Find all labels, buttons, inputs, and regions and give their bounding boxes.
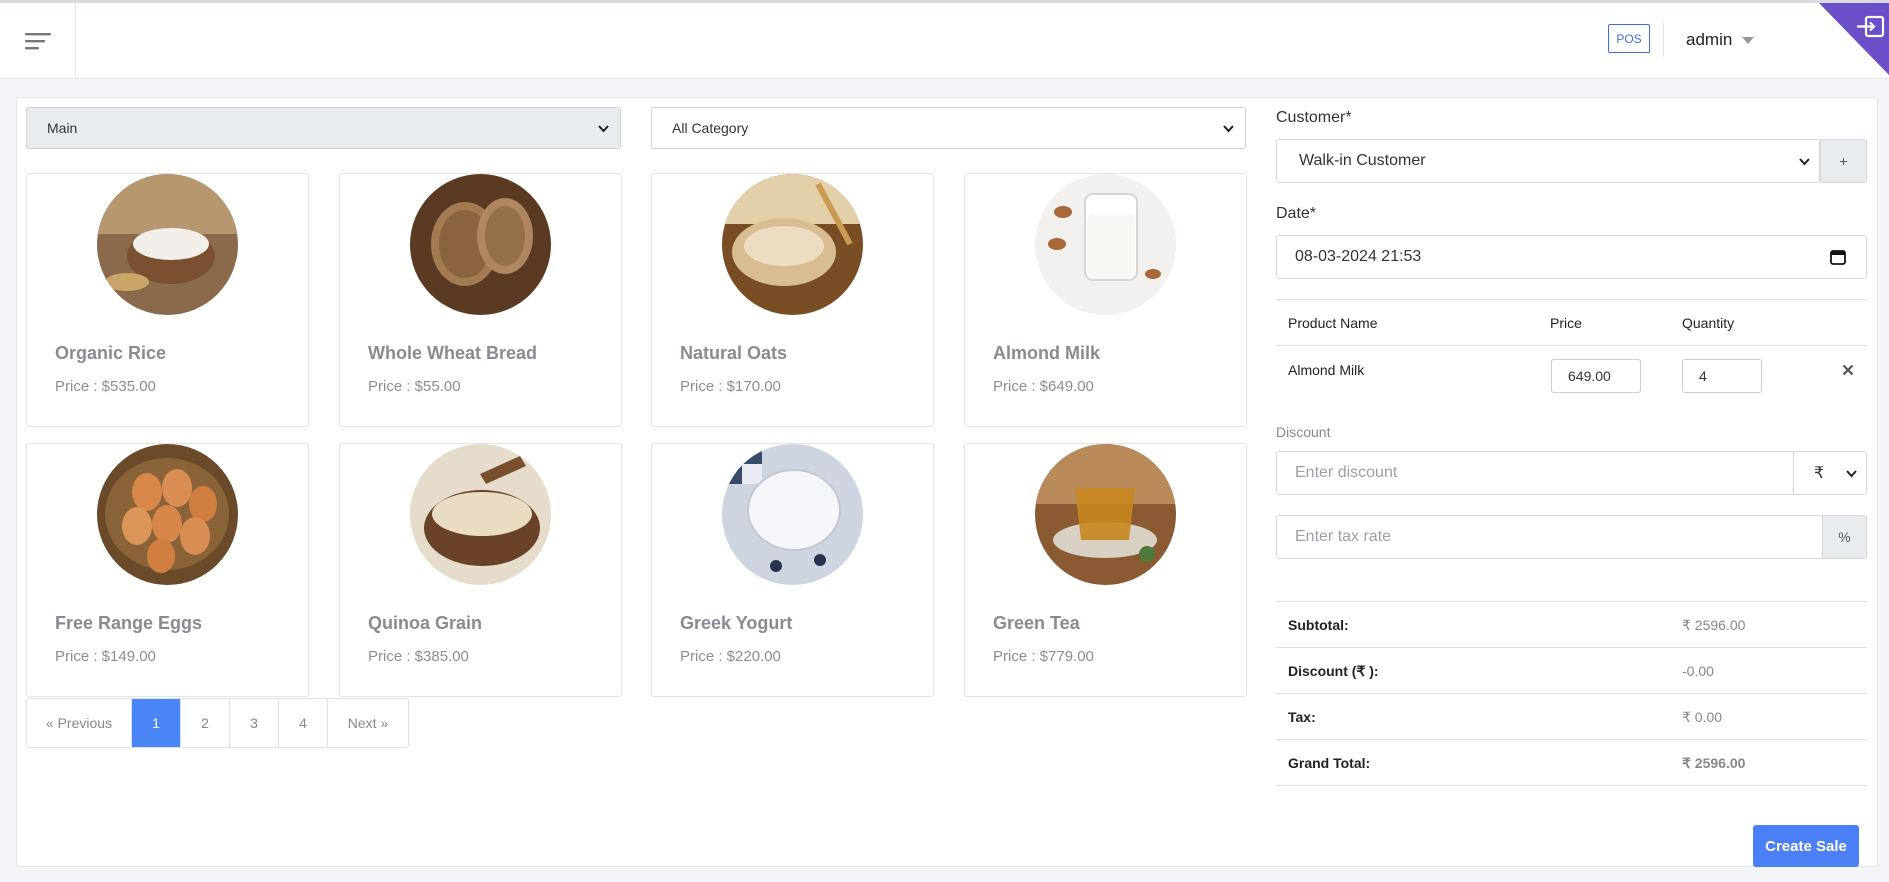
product-price: Price : $220.00 <box>680 648 781 665</box>
add-customer-button[interactable]: + <box>1820 139 1867 183</box>
header-divider <box>1663 23 1664 57</box>
product-image <box>410 174 551 315</box>
menu-icon <box>24 33 51 50</box>
discount-type-value: ₹ <box>1814 465 1825 482</box>
top-header: POS admin <box>0 3 1889 79</box>
page-1-button[interactable]: 1 <box>132 699 181 747</box>
summary-border <box>1276 785 1867 786</box>
chevron-down-icon <box>1846 470 1857 478</box>
page-4-button[interactable]: 4 <box>279 699 328 747</box>
summary-border <box>1276 739 1867 740</box>
sidebar-toggle-button[interactable] <box>0 3 76 79</box>
page-2-button[interactable]: 2 <box>181 699 230 747</box>
discount-total-value: -0.00 <box>1682 663 1714 679</box>
subtotal-label: Subtotal: <box>1288 617 1349 633</box>
summary-border <box>1276 693 1867 694</box>
product-card[interactable]: Organic Rice Price : $535.00 <box>26 173 309 427</box>
discount-placeholder: Enter discount <box>1295 464 1398 481</box>
summary-border <box>1276 601 1867 602</box>
pos-button[interactable]: POS <box>1608 24 1650 53</box>
product-card[interactable]: Green Tea Price : $779.00 <box>964 443 1247 697</box>
previous-page-button[interactable]: « Previous <box>27 699 132 747</box>
product-price: Price : $149.00 <box>55 648 156 665</box>
customer-select[interactable]: Walk-in Customer <box>1276 139 1820 183</box>
chevron-down-icon <box>598 125 609 133</box>
product-name: Greek Yogurt <box>680 613 793 633</box>
product-card[interactable]: Whole Wheat Bread Price : $55.00 <box>339 173 622 427</box>
pagination: « Previous 1 2 3 4 Next » <box>26 698 409 748</box>
tax-rate-input[interactable]: Enter tax rate <box>1276 515 1823 559</box>
chevron-down-icon <box>1223 125 1234 133</box>
item-quantity-input[interactable]: 4 <box>1682 359 1762 393</box>
product-price: Price : $535.00 <box>55 378 156 395</box>
discount-type-select[interactable]: ₹ <box>1793 451 1867 495</box>
tax-unit-addon: % <box>1822 515 1867 559</box>
tax-total-label: Tax: <box>1288 709 1316 725</box>
subtotal-value: ₹ 2596.00 <box>1682 617 1746 633</box>
warehouse-value: Main <box>47 120 78 136</box>
calendar-icon[interactable] <box>1830 249 1846 265</box>
product-name: Quinoa Grain <box>368 613 483 633</box>
tax-rate-placeholder: Enter tax rate <box>1295 528 1392 545</box>
table-header-border <box>1276 345 1867 346</box>
product-name: Almond Milk <box>993 343 1100 363</box>
date-value: 08-03-2024 21:53 <box>1295 248 1422 265</box>
user-name: admin <box>1686 30 1733 49</box>
product-image <box>410 444 551 585</box>
product-image <box>722 174 863 315</box>
category-value: All Category <box>672 120 749 136</box>
discount-label: Discount <box>1276 424 1331 440</box>
product-card[interactable]: Quinoa Grain Price : $385.00 <box>339 443 622 697</box>
product-card[interactable]: Free Range Eggs Price : $149.00 <box>26 443 309 697</box>
product-price: Price : $385.00 <box>368 648 469 665</box>
chevron-down-icon <box>1799 158 1810 166</box>
create-sale-button[interactable]: Create Sale <box>1753 825 1859 867</box>
table-top-border <box>1276 299 1867 300</box>
grand-total-label: Grand Total: <box>1288 755 1371 771</box>
item-product-name: Almond Milk <box>1288 362 1365 378</box>
product-image <box>722 444 863 585</box>
category-select[interactable]: All Category <box>651 107 1246 149</box>
discount-total-label: Discount (₹ ): <box>1288 663 1379 679</box>
product-name: Free Range Eggs <box>55 613 203 633</box>
product-image <box>1035 444 1176 585</box>
customer-value: Walk-in Customer <box>1299 152 1426 169</box>
product-name: Whole Wheat Bread <box>368 343 538 363</box>
warehouse-select[interactable]: Main <box>26 107 621 149</box>
product-image <box>97 174 238 315</box>
next-page-button[interactable]: Next » <box>328 699 408 747</box>
item-price-input[interactable]: 649.00 <box>1551 359 1641 393</box>
caret-down-icon <box>1742 36 1755 44</box>
date-input[interactable]: 08-03-2024 21:53 <box>1276 235 1867 279</box>
customer-label: Customer* <box>1276 109 1352 126</box>
grand-total-value: ₹ 2596.00 <box>1682 755 1746 771</box>
logout-corner-icon[interactable] <box>1819 3 1889 75</box>
product-card[interactable]: Natural Oats Price : $170.00 <box>651 173 934 427</box>
discount-input[interactable]: Enter discount <box>1276 451 1794 495</box>
tax-total-value: ₹ 0.00 <box>1682 709 1723 725</box>
product-name: Natural Oats <box>680 343 788 363</box>
product-price: Price : $170.00 <box>680 378 781 395</box>
product-name: Green Tea <box>993 613 1080 633</box>
column-product-name: Product Name <box>1288 315 1378 331</box>
product-image <box>97 444 238 585</box>
product-card[interactable]: Greek Yogurt Price : $220.00 <box>651 443 934 697</box>
column-price: Price <box>1550 315 1582 331</box>
product-image <box>1035 174 1176 315</box>
product-card[interactable]: Almond Milk Price : $649.00 <box>964 173 1247 427</box>
product-price: Price : $779.00 <box>993 648 1094 665</box>
product-name: Organic Rice <box>55 343 167 363</box>
date-label: Date* <box>1276 205 1317 222</box>
summary-border <box>1276 647 1867 648</box>
page-3-button[interactable]: 3 <box>230 699 279 747</box>
remove-item-icon[interactable] <box>1842 364 1854 376</box>
user-menu[interactable]: admin <box>1686 30 1755 50</box>
product-price: Price : $55.00 <box>368 378 461 395</box>
column-quantity: Quantity <box>1682 315 1735 331</box>
product-price: Price : $649.00 <box>993 378 1094 395</box>
